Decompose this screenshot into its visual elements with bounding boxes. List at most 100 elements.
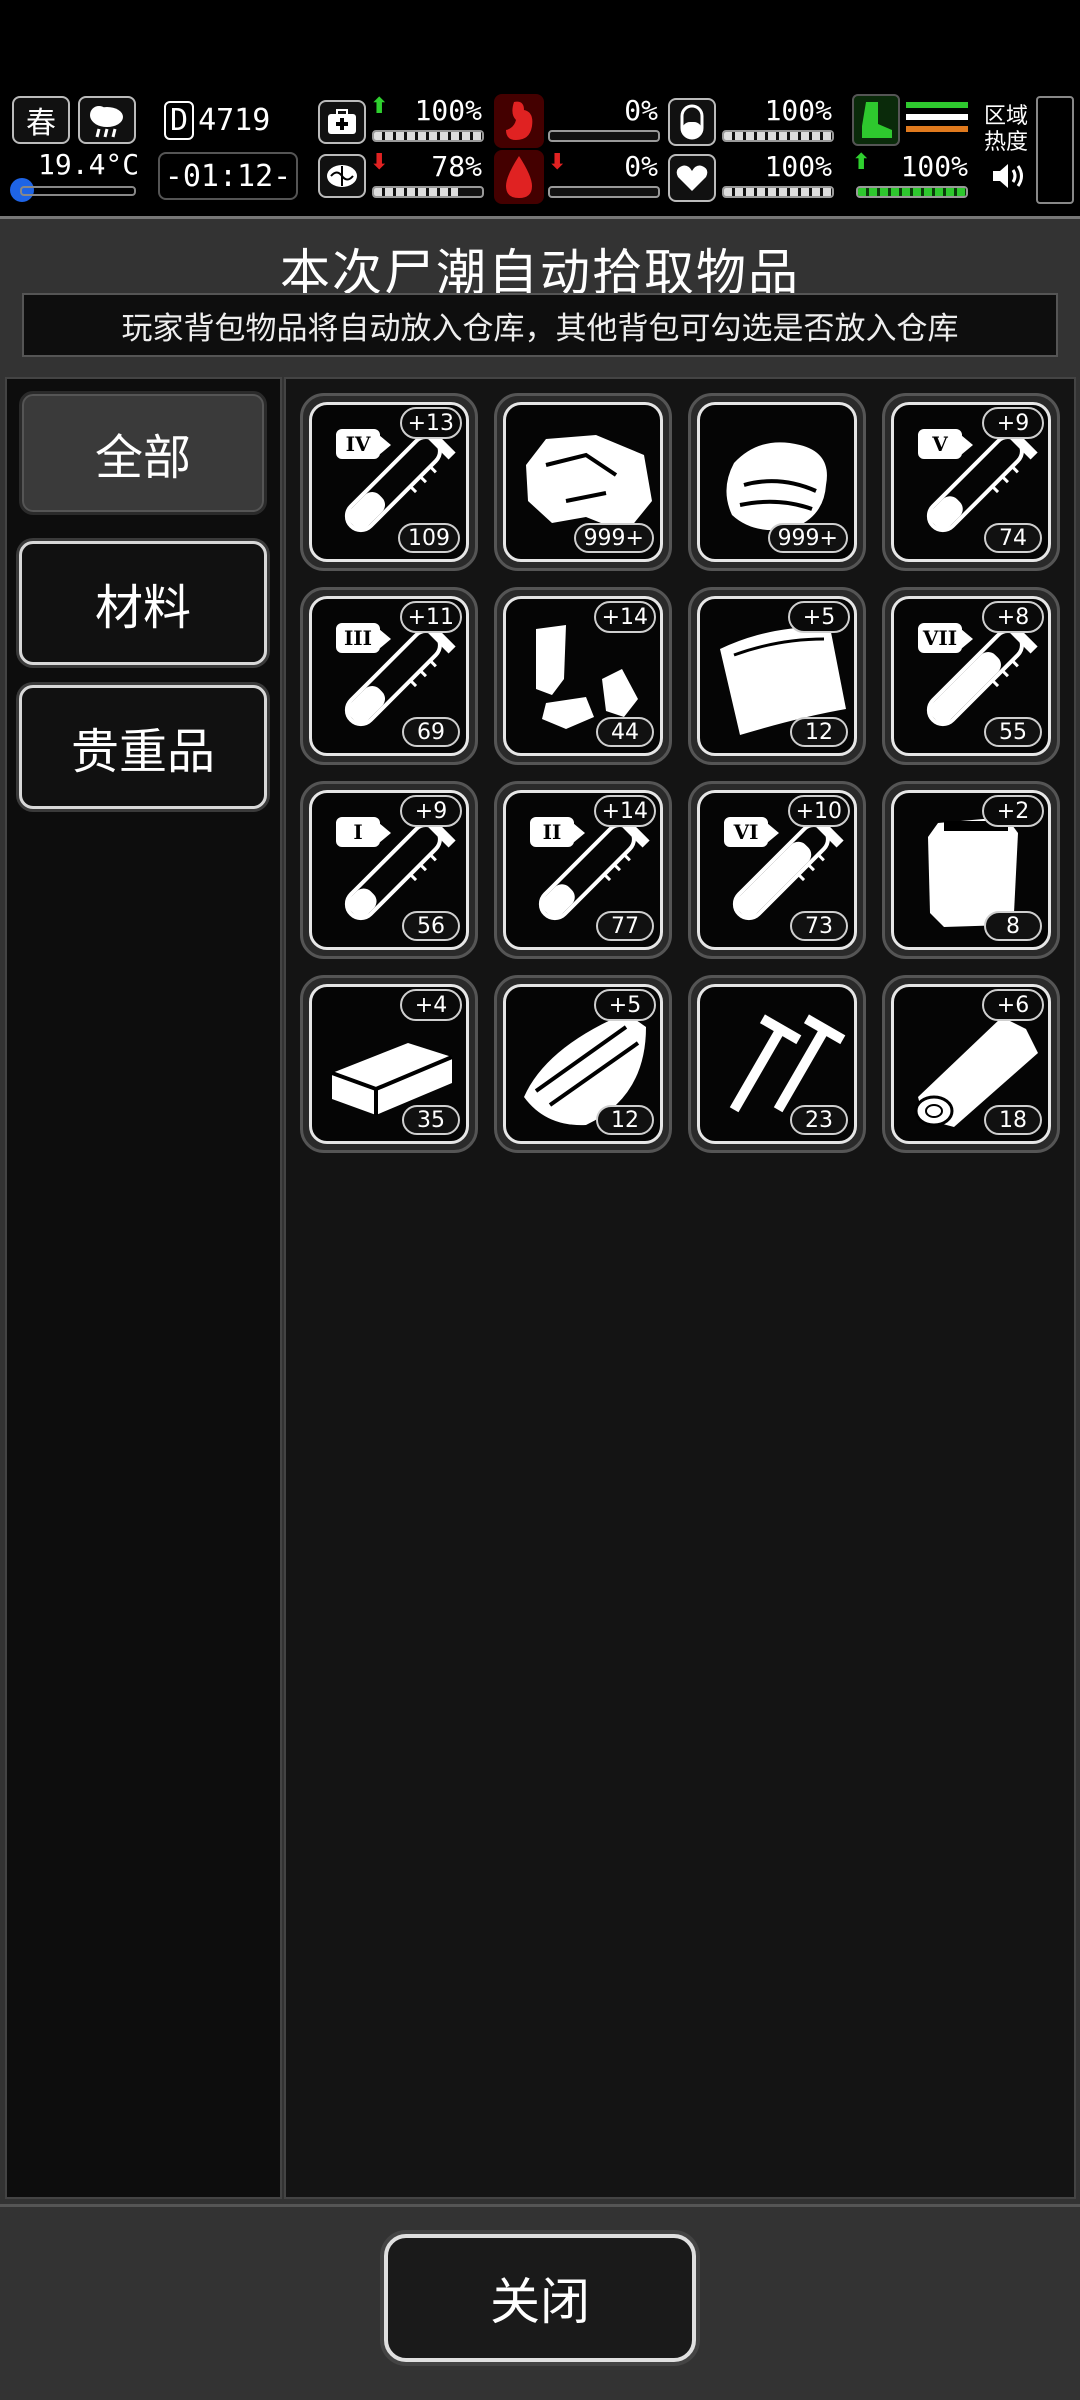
item-slot-inner: +4 35 <box>309 984 469 1144</box>
heart-percent: 100% <box>764 150 832 183</box>
item-bonus-badge: +11 <box>399 601 462 633</box>
item-bonus-badge: +8 <box>982 601 1044 633</box>
category-tab-all[interactable]: 全部 <box>19 391 267 515</box>
temperature-meter <box>20 186 136 196</box>
item-slot-inner: VI +10 73 <box>697 790 857 950</box>
speaker-icon[interactable] <box>990 160 1028 192</box>
item-slot[interactable]: VII +8 55 <box>882 587 1060 765</box>
item-slot-inner: III +11 69 <box>309 596 469 756</box>
item-bonus-badge: +14 <box>593 795 656 827</box>
item-slot-inner: V +9 74 <box>891 402 1051 562</box>
item-count: 109 <box>398 523 460 553</box>
item-tier-badge: VI <box>724 817 779 847</box>
item-count: 44 <box>596 717 654 747</box>
item-slot-inner: +5 12 <box>697 596 857 756</box>
weather-button[interactable] <box>78 96 136 144</box>
blood-meter <box>548 186 660 198</box>
area-heat-label: 区域 热度 <box>984 104 1028 156</box>
health-meter <box>372 130 484 142</box>
item-slot[interactable]: +4 35 <box>300 975 478 1153</box>
category-tab-materials[interactable]: 材料 <box>19 541 267 665</box>
item-count: 12 <box>596 1105 654 1135</box>
item-count: 12 <box>790 717 848 747</box>
heart-icon <box>668 154 716 202</box>
stamina-meter <box>856 186 968 198</box>
category-tab-materials-label: 材料 <box>94 580 191 636</box>
item-grid: IV+13109 999+ 999+ V+974 III+1169 <box>284 377 1076 2199</box>
item-slot[interactable]: V +9 74 <box>882 393 1060 571</box>
season-badge: 春 <box>12 96 70 144</box>
auto-pickup-panel: 本次尸潮自动拾取物品 玩家背包物品将自动放入仓库，其他背包可勾选是否放入仓库 全… <box>0 216 1080 2400</box>
item-slot-inner: +14 44 <box>503 596 663 756</box>
item-count: 69 <box>402 717 460 747</box>
item-slot[interactable]: IV +13 109 <box>300 393 478 571</box>
heart-meter <box>722 186 834 198</box>
hunger-percent: 0% <box>624 94 658 127</box>
brain-icon <box>318 154 366 198</box>
health-percent: 100% <box>414 94 482 127</box>
close-button-label: 关闭 <box>490 2273 590 2331</box>
pill-icon <box>668 98 716 146</box>
item-slot[interactable]: +6 18 <box>882 975 1060 1153</box>
item-tier-badge: VII <box>918 623 973 653</box>
item-tier-badge: IV <box>336 429 391 459</box>
item-slot[interactable]: II +14 77 <box>494 781 672 959</box>
item-count: 74 <box>984 523 1042 553</box>
item-bonus-badge: +9 <box>982 407 1044 439</box>
brain-percent: 78% <box>431 150 482 183</box>
item-count: 56 <box>402 911 460 941</box>
item-slot[interactable]: +14 44 <box>494 587 672 765</box>
close-button[interactable]: 关闭 <box>384 2234 696 2362</box>
area-heat-meter <box>1036 96 1074 204</box>
rain-cloud-icon <box>90 106 123 138</box>
clock-value: -01:12- <box>164 158 292 194</box>
pill-meter <box>722 130 834 142</box>
stamina-percent: 100% <box>900 150 968 183</box>
category-tab-valuables-label: 贵重品 <box>70 724 215 780</box>
item-bonus-badge: +4 <box>400 989 462 1021</box>
item-bonus-badge: +5 <box>594 989 656 1021</box>
item-slot-inner: +2 8 <box>891 790 1051 950</box>
item-slot[interactable]: VI +10 73 <box>688 781 866 959</box>
panel-subtitle-box: 玩家背包物品将自动放入仓库，其他背包可勾选是否放入仓库 <box>22 293 1058 357</box>
item-count: 77 <box>596 911 654 941</box>
item-count: 8 <box>984 911 1042 941</box>
day-prefix: D <box>164 100 195 140</box>
clock: -01:12- <box>158 152 298 200</box>
item-slot[interactable]: I +9 56 <box>300 781 478 959</box>
day-counter: D 4719 <box>160 96 280 144</box>
brain-meter <box>372 186 484 198</box>
item-slot-inner: VII +8 55 <box>891 596 1051 756</box>
item-slot-inner: 23 <box>697 984 857 1144</box>
item-slot[interactable]: 999+ <box>494 393 672 571</box>
item-tier-badge: II <box>530 817 585 847</box>
season-label: 春 <box>26 106 56 141</box>
item-bonus-badge: +5 <box>788 601 850 633</box>
item-slot[interactable]: +2 8 <box>882 781 1060 959</box>
item-slot[interactable]: III +11 69 <box>300 587 478 765</box>
item-tier-badge: I <box>336 817 391 847</box>
day-value: 4719 <box>198 102 271 138</box>
item-bonus-badge: +10 <box>787 795 850 827</box>
item-slot-inner: IV +13 109 <box>309 402 469 562</box>
category-tab-valuables[interactable]: 贵重品 <box>19 685 267 809</box>
item-bonus-badge: +13 <box>399 407 462 439</box>
item-slot-inner: I +9 56 <box>309 790 469 950</box>
item-slot[interactable]: +5 12 <box>688 587 866 765</box>
item-count: 35 <box>402 1105 460 1135</box>
boot-icon <box>852 94 900 146</box>
item-slot[interactable]: +5 12 <box>494 975 672 1153</box>
item-bonus-badge: +6 <box>982 989 1044 1021</box>
blood-drop-icon <box>494 150 544 204</box>
item-count: 999+ <box>573 523 654 553</box>
item-slot[interactable]: 999+ <box>688 393 866 571</box>
medkit-icon <box>318 100 366 144</box>
item-slot[interactable]: 23 <box>688 975 866 1153</box>
blood-percent: 0% <box>624 150 658 183</box>
hunger-meter <box>548 130 660 142</box>
stamina-lines-icon <box>906 98 968 142</box>
item-slot-inner: 999+ <box>697 402 857 562</box>
item-count: 55 <box>984 717 1042 747</box>
item-slot-inner: +5 12 <box>503 984 663 1144</box>
item-count: 73 <box>790 911 848 941</box>
